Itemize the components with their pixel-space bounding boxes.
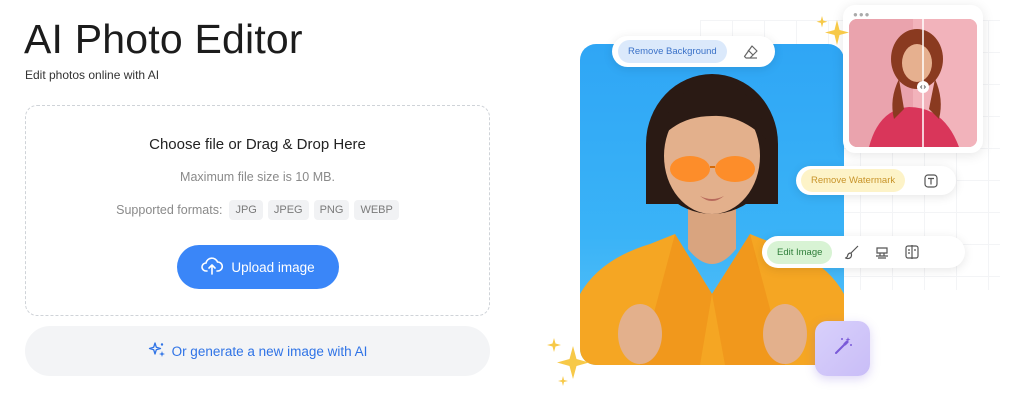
upload-image-button[interactable]: Upload image bbox=[177, 245, 339, 289]
compare-icon[interactable] bbox=[902, 242, 922, 262]
sparkle-icon bbox=[547, 338, 589, 386]
magic-wand-button[interactable] bbox=[815, 321, 870, 376]
window-dots-icon: ●●● bbox=[853, 10, 871, 19]
preview-image bbox=[849, 19, 977, 147]
stamp-icon[interactable] bbox=[872, 242, 892, 262]
eraser-icon[interactable] bbox=[741, 42, 761, 62]
remove-watermark-card: Remove Watermark bbox=[796, 166, 956, 195]
upload-cloud-icon bbox=[201, 256, 224, 279]
formats-label: Supported formats: bbox=[116, 203, 223, 217]
edit-image-chip[interactable]: Edit Image bbox=[767, 240, 833, 264]
format-chip-png: PNG bbox=[313, 200, 350, 220]
format-chip-jpg: JPG bbox=[229, 200, 263, 220]
format-chip-jpeg: JPEG bbox=[267, 200, 309, 220]
generate-label: Or generate a new image with AI bbox=[171, 343, 368, 359]
max-file-size-text: Maximum file size is 10 MB. bbox=[180, 170, 335, 184]
hero-portrait-image bbox=[580, 44, 844, 365]
remove-background-chip[interactable]: Remove Background bbox=[618, 40, 727, 63]
brush-icon[interactable] bbox=[842, 242, 862, 262]
upload-button-label: Upload image bbox=[231, 259, 315, 275]
format-chip-webp: WEBP bbox=[354, 200, 399, 220]
page-title: AI Photo Editor bbox=[24, 16, 303, 62]
magic-wand-icon bbox=[832, 335, 854, 362]
supported-formats: Supported formats: JPG JPEG PNG WEBP bbox=[26, 200, 489, 220]
text-icon[interactable] bbox=[921, 171, 941, 191]
generate-ai-image-button[interactable]: Or generate a new image with AI bbox=[25, 326, 490, 376]
remove-background-card: Remove Background bbox=[612, 36, 775, 67]
edit-image-card: Edit Image bbox=[762, 236, 965, 268]
before-after-preview: ●●● bbox=[843, 5, 983, 153]
sparkle-icon bbox=[816, 16, 849, 45]
dropzone-heading: Choose file or Drag & Drop Here bbox=[149, 136, 366, 153]
sparkles-icon bbox=[148, 341, 166, 362]
upload-dropzone[interactable]: Choose file or Drag & Drop Here Maximum … bbox=[25, 105, 490, 316]
remove-watermark-chip[interactable]: Remove Watermark bbox=[801, 169, 906, 192]
page-subtitle: Edit photos online with AI bbox=[25, 68, 160, 82]
